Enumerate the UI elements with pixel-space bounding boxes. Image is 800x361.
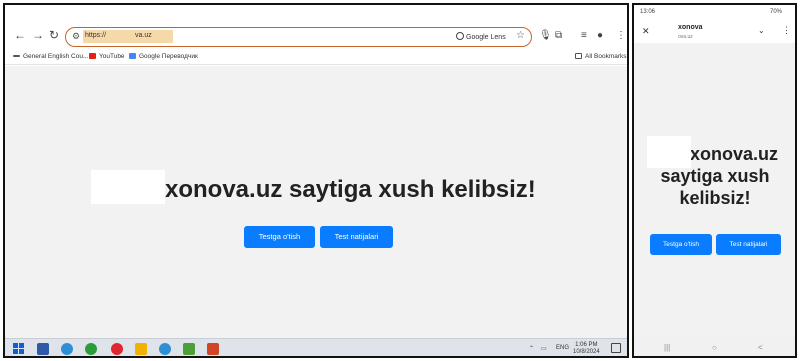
google-lens-label: Google Lens	[466, 34, 506, 41]
tray-up-icon[interactable]: ⌃	[529, 345, 534, 352]
mic-icon[interactable]: 🎙	[539, 30, 552, 41]
extensions-icon[interactable]: ⧉	[555, 30, 562, 41]
site-url: ova.uz	[678, 34, 693, 40]
notification-icon[interactable]	[611, 343, 621, 353]
clock[interactable]: 1:06 PM 10/8/2024	[573, 342, 600, 356]
bookmark-generic-icon	[13, 55, 20, 57]
folder-icon	[575, 53, 582, 59]
phone-menu-icon[interactable]: ⋮	[782, 25, 791, 36]
back-icon[interactable]: ←	[13, 28, 27, 42]
save-app-icon[interactable]	[37, 343, 49, 355]
start-test-button[interactable]: Testga o'tish	[650, 234, 712, 255]
site-name: xonova	[678, 24, 703, 31]
test-results-button[interactable]: Test natijalari	[320, 226, 393, 248]
powerpoint-icon[interactable]	[207, 343, 219, 355]
google-translate-icon	[129, 53, 136, 59]
battery-level: 70%	[770, 9, 783, 15]
desktop-screenshot: ← → ↻ ⚙ https:// va.uz Google Lens ☆ 🎙 ⧉…	[3, 3, 629, 358]
address-bar[interactable]: ⚙ https:// va.uz Google Lens ☆	[65, 27, 532, 47]
all-bookmarks[interactable]: All Bookmarks	[575, 53, 627, 60]
redaction-box	[91, 170, 165, 204]
title-line-2: saytiga xush	[660, 166, 770, 186]
bookmark-label: General English Cou...	[23, 53, 89, 60]
title-line-3: kelibsiz!	[679, 188, 751, 208]
bookmark-label: Google Переводчик	[139, 53, 198, 60]
url-prefix: https://	[85, 32, 107, 39]
network-icon[interactable]: ▭	[541, 345, 547, 352]
profile-icon[interactable]: ●	[597, 30, 603, 41]
tune-icon[interactable]: ⚙	[72, 31, 80, 42]
all-bookmarks-label: All Bookmarks	[585, 53, 627, 60]
phone-page-content: xonova.uz saytiga xush kelibsiz! Testga …	[634, 43, 795, 338]
file-explorer-icon[interactable]	[135, 343, 147, 355]
reload-icon[interactable]: ↻	[47, 28, 61, 42]
redaction-box	[647, 136, 691, 168]
recents-icon[interactable]: |||	[664, 343, 670, 352]
page-content: xonova.uz saytiga xush kelibsiz! Testga …	[5, 66, 627, 338]
bookmark-google-translate[interactable]: Google Переводчик	[129, 53, 198, 60]
language-indicator[interactable]: ENG	[556, 345, 569, 351]
youtube-icon	[89, 53, 96, 59]
telegram-alt-icon[interactable]	[159, 343, 171, 355]
windows-start-icon[interactable]	[13, 343, 25, 355]
bookmark-general-english[interactable]: General English Cou...	[13, 53, 88, 60]
chevron-down-icon[interactable]: ⌄	[758, 26, 765, 35]
phone-status-bar: 13:06 70%	[634, 5, 795, 21]
bookmark-label: YouTube	[99, 53, 125, 60]
status-time: 13:06	[640, 9, 656, 15]
clock-date: 10/8/2024	[573, 349, 600, 355]
url-suffix: va.uz	[135, 32, 152, 39]
start-test-button[interactable]: Testga o'tish	[244, 226, 315, 248]
browser-toolbar: ← → ↻ ⚙ https:// va.uz Google Lens ☆ 🎙 ⧉…	[5, 5, 627, 65]
page-title: xonova.uz saytiga xush kelibsiz!	[165, 176, 536, 203]
bookmark-youtube[interactable]: YouTube	[89, 53, 125, 60]
android-nav-bar: ||| ○ <	[634, 338, 795, 356]
back-nav-icon[interactable]: <	[758, 343, 763, 352]
google-lens-icon	[456, 32, 464, 40]
reading-list-icon[interactable]: ≡	[581, 30, 587, 41]
test-results-button[interactable]: Test natijalari	[716, 234, 781, 255]
close-icon[interactable]: ✕	[642, 26, 650, 37]
windows-taskbar: ⌃ ▭ ENG 1:06 PM 10/8/2024	[5, 338, 627, 356]
bookmarks-bar: General English Cou... YouTube Google Пе…	[5, 51, 627, 65]
url-text[interactable]: https:// va.uz	[83, 30, 173, 43]
clock-time: 1:06 PM	[575, 342, 598, 348]
phone-screenshot: 13:06 70% ✕ xonova ova.uz ⌄ ⋮ xonova.uz …	[632, 3, 797, 358]
forward-icon[interactable]: →	[31, 28, 45, 42]
opera-icon[interactable]	[111, 343, 123, 355]
telegram-icon[interactable]	[61, 343, 73, 355]
home-icon[interactable]: ○	[712, 343, 717, 352]
phone-browser-header: ✕ xonova ova.uz ⌄ ⋮	[634, 21, 795, 43]
bookmark-star-icon[interactable]: ☆	[516, 30, 525, 41]
chrome-icon[interactable]	[85, 343, 97, 355]
browser-menu-icon[interactable]: ⋮	[616, 30, 626, 41]
google-lens-button[interactable]: Google Lens	[456, 32, 506, 41]
notepad-icon[interactable]	[183, 343, 195, 355]
